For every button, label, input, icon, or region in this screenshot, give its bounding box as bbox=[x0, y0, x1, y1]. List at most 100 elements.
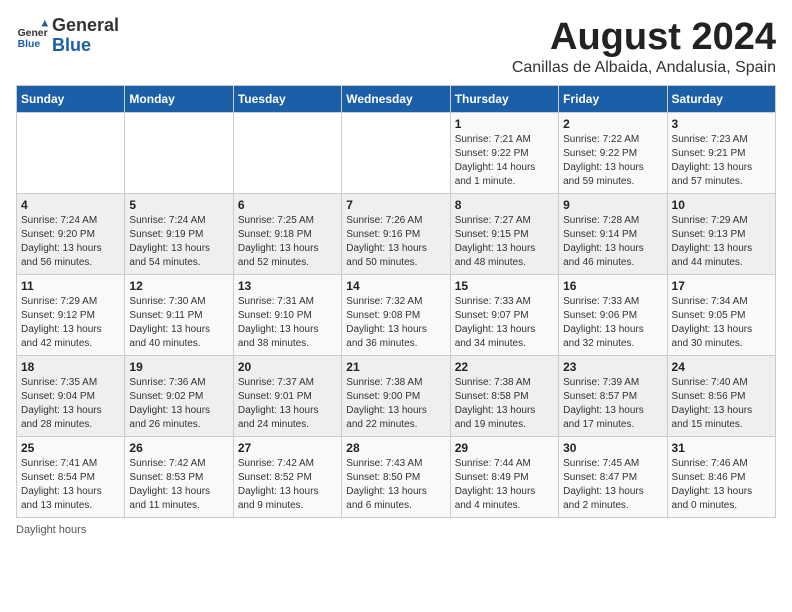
day-cell: 23Sunrise: 7:39 AM Sunset: 8:57 PM Dayli… bbox=[559, 356, 667, 437]
day-cell: 12 Sunrise: 7:30 AM Sunset: 9:11 PM Dayli… bbox=[125, 275, 233, 356]
day-cell: 4 Sunrise: 7:24 AM Sunset: 9:20 PM Daylig… bbox=[17, 194, 125, 275]
day-info: Sunrise: 7:42 AM Sunset: 8:53 PM Dayligh… bbox=[129, 457, 228, 513]
day-number: 6 bbox=[238, 198, 337, 212]
week-row-4: 18 Sunrise: 7:35 AM Sunset: 9:04 PM Dayli… bbox=[17, 356, 776, 437]
day-cell: 30 Sunrise: 7:45 AM Sunset: 8:47 PM Dayli… bbox=[559, 437, 667, 518]
day-info: Sunrise: 7:30 AM Sunset: 9:11 PM Dayligh… bbox=[129, 295, 228, 351]
day-number: 5 bbox=[129, 198, 228, 212]
day-info: Sunrise: 7:43 AM Sunset: 8:50 PM Dayligh… bbox=[346, 457, 445, 513]
col-header-monday: Monday bbox=[125, 86, 233, 113]
month-year-title: August 2024 bbox=[512, 16, 776, 59]
day-cell: 16 Sunrise: 7:33 AM Sunset: 9:06 PM Dayli… bbox=[559, 275, 667, 356]
day-cell: 17 Sunrise: 7:34 AM Sunset: 9:05 PM Dayli… bbox=[667, 275, 775, 356]
day-number: 24 bbox=[672, 360, 771, 374]
day-info: Sunrise: 7:27 AM Sunset: 9:15 PM Dayligh… bbox=[455, 214, 554, 270]
day-cell: 7 Sunrise: 7:26 AM Sunset: 9:16 PM Daylig… bbox=[342, 194, 450, 275]
day-info: Sunrise: 7:37 AM Sunset: 9:01 PM Dayligh… bbox=[238, 376, 337, 432]
day-cell: 9 Sunrise: 7:28 AM Sunset: 9:14 PM Daylig… bbox=[559, 194, 667, 275]
day-number: 26 bbox=[129, 441, 228, 455]
day-cell bbox=[342, 113, 450, 194]
day-number: 10 bbox=[672, 198, 771, 212]
day-number: 11 bbox=[21, 279, 120, 293]
day-cell: 18 Sunrise: 7:35 AM Sunset: 9:04 PM Dayli… bbox=[17, 356, 125, 437]
col-header-thursday: Thursday bbox=[450, 86, 558, 113]
day-info: Sunrise: 7:33 AM Sunset: 9:06 PM Dayligh… bbox=[563, 295, 662, 351]
day-cell: 8 Sunrise: 7:27 AM Sunset: 9:15 PM Daylig… bbox=[450, 194, 558, 275]
day-info: Sunrise: 7:28 AM Sunset: 9:14 PM Dayligh… bbox=[563, 214, 662, 270]
day-number: 4 bbox=[21, 198, 120, 212]
day-info: Sunrise: 7:25 AM Sunset: 9:18 PM Dayligh… bbox=[238, 214, 337, 270]
day-cell: 3Sunrise: 7:23 AM Sunset: 9:21 PM Daylig… bbox=[667, 113, 775, 194]
day-cell: 24 Sunrise: 7:40 AM Sunset: 8:56 PM Dayli… bbox=[667, 356, 775, 437]
day-cell: 6 Sunrise: 7:25 AM Sunset: 9:18 PM Daylig… bbox=[233, 194, 341, 275]
day-number: 7 bbox=[346, 198, 445, 212]
day-info: Sunrise: 7:36 AM Sunset: 9:02 PM Dayligh… bbox=[129, 376, 228, 432]
day-info: Sunrise: 7:35 AM Sunset: 9:04 PM Dayligh… bbox=[21, 376, 120, 432]
day-number: 17 bbox=[672, 279, 771, 293]
day-number: 20 bbox=[238, 360, 337, 374]
day-info: Sunrise: 7:34 AM Sunset: 9:05 PM Dayligh… bbox=[672, 295, 771, 351]
day-cell: 10Sunrise: 7:29 AM Sunset: 9:13 PM Dayli… bbox=[667, 194, 775, 275]
day-number: 27 bbox=[238, 441, 337, 455]
day-number: 14 bbox=[346, 279, 445, 293]
day-cell: 5 Sunrise: 7:24 AM Sunset: 9:19 PM Daylig… bbox=[125, 194, 233, 275]
col-header-wednesday: Wednesday bbox=[342, 86, 450, 113]
day-cell: 26 Sunrise: 7:42 AM Sunset: 8:53 PM Dayli… bbox=[125, 437, 233, 518]
day-cell: 25 Sunrise: 7:41 AM Sunset: 8:54 PM Dayli… bbox=[17, 437, 125, 518]
day-info: Sunrise: 7:24 AM Sunset: 9:20 PM Dayligh… bbox=[21, 214, 120, 270]
calendar-header-row: SundayMondayTuesdayWednesdayThursdayFrid… bbox=[17, 86, 776, 113]
title-section: August 2024 Canillas de Albaida, Andalus… bbox=[512, 16, 776, 77]
day-cell: 27 Sunrise: 7:42 AM Sunset: 8:52 PM Dayli… bbox=[233, 437, 341, 518]
day-number: 8 bbox=[455, 198, 554, 212]
day-cell bbox=[17, 113, 125, 194]
day-info: Sunrise: 7:46 AM Sunset: 8:46 PM Dayligh… bbox=[672, 457, 771, 513]
day-number: 9 bbox=[563, 198, 662, 212]
day-info: Sunrise: 7:24 AM Sunset: 9:19 PM Dayligh… bbox=[129, 214, 228, 270]
logo-text: General Blue bbox=[52, 16, 119, 56]
day-info: Sunrise: 7:41 AM Sunset: 8:54 PM Dayligh… bbox=[21, 457, 120, 513]
day-cell bbox=[233, 113, 341, 194]
day-cell: 14 Sunrise: 7:32 AM Sunset: 9:08 PM Dayli… bbox=[342, 275, 450, 356]
svg-text:Blue: Blue bbox=[18, 39, 41, 50]
day-info: Sunrise: 7:32 AM Sunset: 9:08 PM Dayligh… bbox=[346, 295, 445, 351]
day-info: Sunrise: 7:26 AM Sunset: 9:16 PM Dayligh… bbox=[346, 214, 445, 270]
day-info: Sunrise: 7:42 AM Sunset: 8:52 PM Dayligh… bbox=[238, 457, 337, 513]
day-number: 31 bbox=[672, 441, 771, 455]
day-number: 1 bbox=[455, 117, 554, 131]
day-number: 30 bbox=[563, 441, 662, 455]
day-number: 12 bbox=[129, 279, 228, 293]
week-row-5: 25 Sunrise: 7:41 AM Sunset: 8:54 PM Dayli… bbox=[17, 437, 776, 518]
day-info: Sunrise: 7:23 AM Sunset: 9:21 PM Dayligh… bbox=[672, 133, 771, 189]
day-cell: 21 Sunrise: 7:38 AM Sunset: 9:00 PM Dayli… bbox=[342, 356, 450, 437]
day-cell: 28 Sunrise: 7:43 AM Sunset: 8:50 PM Dayli… bbox=[342, 437, 450, 518]
day-number: 19 bbox=[129, 360, 228, 374]
day-number: 18 bbox=[21, 360, 120, 374]
week-row-2: 4 Sunrise: 7:24 AM Sunset: 9:20 PM Daylig… bbox=[17, 194, 776, 275]
col-header-sunday: Sunday bbox=[17, 86, 125, 113]
day-cell: 19 Sunrise: 7:36 AM Sunset: 9:02 PM Dayli… bbox=[125, 356, 233, 437]
col-header-tuesday: Tuesday bbox=[233, 86, 341, 113]
day-number: 15 bbox=[455, 279, 554, 293]
calendar-table: SundayMondayTuesdayWednesdayThursdayFrid… bbox=[16, 85, 776, 518]
day-number: 21 bbox=[346, 360, 445, 374]
day-number: 13 bbox=[238, 279, 337, 293]
day-number: 25 bbox=[21, 441, 120, 455]
day-info: Sunrise: 7:22 AM Sunset: 9:22 PM Dayligh… bbox=[563, 133, 662, 189]
col-header-saturday: Saturday bbox=[667, 86, 775, 113]
day-info: Sunrise: 7:38 AM Sunset: 8:58 PM Dayligh… bbox=[455, 376, 554, 432]
day-number: 16 bbox=[563, 279, 662, 293]
day-info: Sunrise: 7:38 AM Sunset: 9:00 PM Dayligh… bbox=[346, 376, 445, 432]
logo-general: General bbox=[52, 16, 119, 36]
day-number: 28 bbox=[346, 441, 445, 455]
day-cell: 31 Sunrise: 7:46 AM Sunset: 8:46 PM Dayli… bbox=[667, 437, 775, 518]
day-cell: 20 Sunrise: 7:37 AM Sunset: 9:01 PM Dayli… bbox=[233, 356, 341, 437]
location-title: Canillas de Albaida, Andalusia, Spain bbox=[512, 59, 776, 77]
day-cell: 22Sunrise: 7:38 AM Sunset: 8:58 PM Dayli… bbox=[450, 356, 558, 437]
day-info: Sunrise: 7:33 AM Sunset: 9:07 PM Dayligh… bbox=[455, 295, 554, 351]
svg-text:General: General bbox=[18, 28, 48, 39]
day-info: Sunrise: 7:45 AM Sunset: 8:47 PM Dayligh… bbox=[563, 457, 662, 513]
logo-icon: General Blue bbox=[16, 20, 48, 52]
day-cell: 15 Sunrise: 7:33 AM Sunset: 9:07 PM Dayli… bbox=[450, 275, 558, 356]
day-number: 29 bbox=[455, 441, 554, 455]
day-info: Sunrise: 7:40 AM Sunset: 8:56 PM Dayligh… bbox=[672, 376, 771, 432]
